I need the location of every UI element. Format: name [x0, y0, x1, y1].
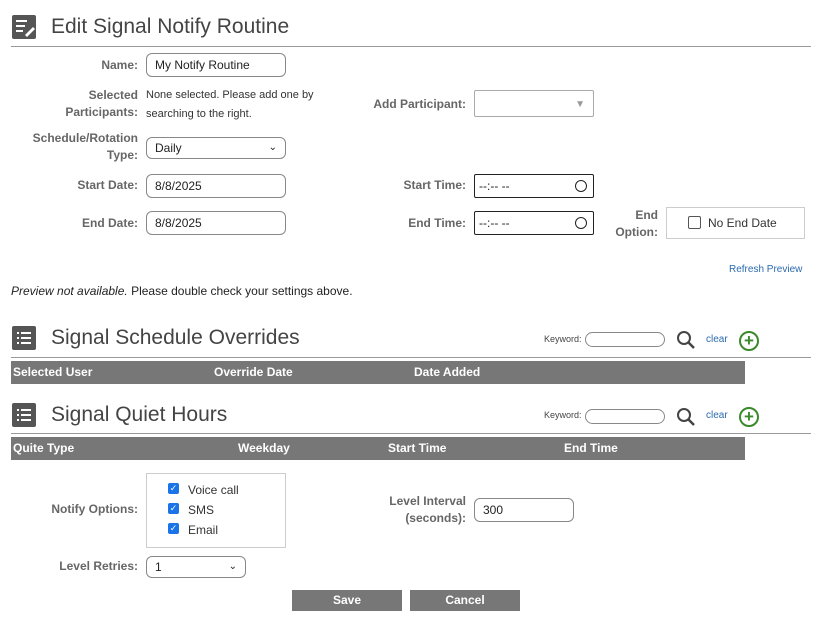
title-divider — [11, 46, 811, 47]
level-retries-select[interactable]: 1 ⌄ — [146, 556, 246, 578]
selected-participants-text-line1: None selected. Please add one by — [146, 89, 314, 101]
selected-participants-text: None selected. Please add one by searchi… — [146, 86, 314, 124]
end-option-box: No End Date — [666, 207, 805, 239]
add-quiet-hour-plus-icon[interactable]: + — [739, 407, 759, 427]
level-interval-label-line1: Level Interval — [389, 494, 466, 508]
start-date-label: Start Date: — [77, 178, 138, 192]
cancel-button[interactable]: Cancel — [410, 590, 520, 611]
level-retries-value: 1 — [155, 560, 162, 574]
col-weekday[interactable]: Weekday — [238, 437, 290, 460]
no-end-date-checkbox[interactable] — [688, 216, 701, 229]
add-participant-label: Add Participant: — [373, 97, 466, 111]
search-icon[interactable] — [676, 407, 696, 432]
overrides-keyword-label: Keyword: — [544, 334, 582, 344]
name-input[interactable]: My Notify Routine — [146, 53, 286, 77]
schedule-type-label-line2: Type: — [106, 148, 138, 162]
col-date-added[interactable]: Date Added — [414, 361, 480, 384]
notify-options-label: Notify Options: — [51, 502, 138, 516]
level-interval-label-line2: (seconds): — [405, 511, 466, 525]
overrides-keyword-input[interactable] — [585, 332, 665, 347]
end-time-value: --:-- -- — [479, 216, 510, 230]
notify-options-box: ✓ Voice call ✓ SMS ✓ Email — [146, 473, 286, 548]
edit-document-icon — [12, 15, 36, 39]
quiet-hours-title: Signal Quiet Hours — [51, 403, 228, 426]
selected-participants-label-line2: Participants: — [65, 105, 138, 119]
start-time-value: --:-- -- — [479, 179, 510, 193]
selected-participants-text-line2: searching to the right. — [146, 108, 252, 120]
name-label: Name: — [101, 58, 138, 72]
chevron-down-icon: ⌄ — [268, 142, 277, 153]
clock-icon[interactable] — [575, 217, 587, 229]
end-date-label: End Date: — [81, 216, 138, 230]
list-icon — [12, 326, 36, 350]
end-option-label-line1: End — [635, 208, 658, 222]
level-interval-input[interactable]: 300 — [474, 498, 574, 522]
email-checkbox[interactable]: ✓ — [168, 523, 179, 534]
selected-participants-label: Selected Participants: — [30, 87, 138, 121]
start-time-label: Start Time: — [403, 178, 466, 192]
chevron-down-icon: ▼ — [575, 99, 585, 110]
end-option-label: End Option: — [600, 207, 658, 241]
end-time-input[interactable]: --:-- -- — [474, 211, 594, 235]
email-label: Email — [188, 523, 219, 537]
search-icon[interactable] — [676, 330, 696, 355]
save-button[interactable]: Save — [292, 590, 402, 611]
sms-label: SMS — [188, 503, 215, 517]
quiet-hours-divider — [11, 433, 811, 434]
overrides-title: Signal Schedule Overrides — [51, 326, 300, 349]
refresh-preview-link[interactable]: Refresh Preview — [729, 264, 802, 275]
preview-message-rest: Please double check your settings above. — [127, 284, 353, 298]
page-title: Edit Signal Notify Routine — [51, 15, 290, 38]
start-date-input[interactable]: 8/8/2025 — [146, 174, 286, 198]
preview-message: Preview not available. Please double che… — [11, 284, 353, 298]
end-date-input[interactable]: 8/8/2025 — [146, 211, 286, 235]
overrides-divider — [11, 357, 811, 358]
quiet-hours-keyword-label: Keyword: — [544, 410, 582, 420]
selected-participants-label-line1: Selected — [88, 88, 138, 102]
col-override-date[interactable]: Override Date — [214, 361, 293, 384]
no-end-date-label: No End Date — [708, 216, 777, 230]
col-quiet-type[interactable]: Quite Type — [13, 437, 74, 460]
voice-call-checkbox[interactable]: ✓ — [168, 483, 179, 494]
end-time-label: End Time: — [408, 216, 466, 230]
sms-checkbox[interactable]: ✓ — [168, 503, 179, 514]
preview-message-italic: Preview not available. — [11, 284, 128, 298]
level-interval-label: Level Interval (seconds): — [356, 493, 466, 527]
quiet-hours-clear-link[interactable]: clear — [706, 410, 728, 421]
quiet-hours-grid-header: Quite Type Weekday Start Time End Time — [11, 437, 745, 460]
overrides-clear-link[interactable]: clear — [706, 334, 728, 345]
chevron-down-icon: ⌄ — [228, 561, 237, 572]
schedule-type-label: Schedule/Rotation Type: — [20, 130, 138, 164]
add-participant-select[interactable]: ▼ — [474, 90, 594, 117]
schedule-type-value: Daily — [155, 141, 182, 155]
overrides-grid-header: Selected User Override Date Date Added — [11, 361, 745, 384]
col-start-time[interactable]: Start Time — [388, 437, 446, 460]
col-selected-user[interactable]: Selected User — [13, 361, 92, 384]
level-retries-label: Level Retries: — [59, 559, 138, 573]
clock-icon[interactable] — [575, 180, 587, 192]
add-override-plus-icon[interactable]: + — [739, 331, 759, 351]
col-end-time[interactable]: End Time — [564, 437, 618, 460]
voice-call-label: Voice call — [188, 483, 239, 497]
start-time-input[interactable]: --:-- -- — [474, 174, 594, 198]
schedule-type-label-line1: Schedule/Rotation — [32, 131, 138, 145]
list-icon — [12, 403, 36, 427]
quiet-hours-keyword-input[interactable] — [585, 409, 665, 424]
end-option-label-line2: Option: — [615, 225, 658, 239]
schedule-type-select[interactable]: Daily ⌄ — [146, 137, 286, 159]
